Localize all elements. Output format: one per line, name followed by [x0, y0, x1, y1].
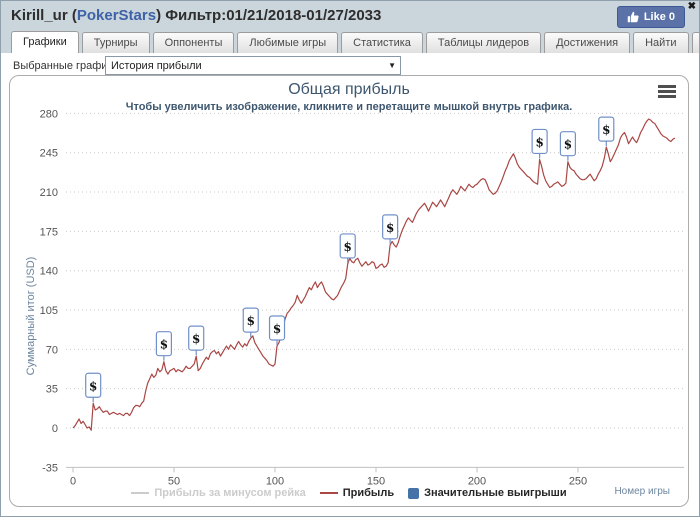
dollar-glyph: $ — [192, 332, 200, 346]
close-icon[interactable]: ✖ — [688, 1, 696, 13]
significant-win-marker[interactable]: $ — [339, 233, 356, 263]
red-line-swatch — [319, 492, 338, 494]
dollar-glyph: $ — [89, 379, 97, 393]
x-tick-label: 0 — [70, 475, 76, 487]
y-tick-label: 245 — [40, 148, 58, 160]
legend-item-significant-wins[interactable]: Значительные выигрыши — [408, 487, 567, 499]
y-tick-label: 210 — [40, 187, 58, 199]
x-tick-label: 50 — [168, 475, 180, 487]
significant-win-marker[interactable]: $ — [531, 128, 548, 159]
y-tick-label: 0 — [52, 423, 58, 435]
significant-win-marker[interactable]: $ — [598, 116, 615, 147]
tab-bar: Графики Турниры Оппоненты Любимые игры С… — [11, 31, 699, 53]
significant-win-marker[interactable]: $ — [188, 325, 205, 356]
significant-win-marker[interactable]: $ — [155, 331, 172, 361]
dollar-glyph: $ — [344, 240, 352, 254]
dollar-glyph: $ — [535, 135, 543, 149]
significant-win-marker[interactable]: $ — [268, 315, 286, 345]
y-tick-label: 35 — [46, 384, 58, 396]
dropdown-arrow-icon: ▼ — [388, 61, 396, 70]
significant-win-marker[interactable]: $ — [85, 372, 102, 403]
profit-line-series — [72, 118, 676, 431]
significant-win-marker[interactable]: $ — [382, 214, 399, 244]
dollar-glyph: $ — [247, 314, 255, 328]
x-tick-label: 250 — [569, 475, 587, 487]
tab-tournaments[interactable]: Турниры — [81, 32, 150, 53]
x-tick-label: 200 — [468, 475, 486, 487]
tab-leaderboards[interactable]: Таблицы лидеров — [425, 32, 542, 53]
tab-find[interactable]: Найти — [633, 32, 689, 53]
player-name: Kirill_ur — [11, 7, 68, 24]
graph-selector-value: История прибыли — [111, 59, 202, 72]
tab-graphs[interactable]: Графики — [11, 31, 79, 53]
y-tick-label: 105 — [40, 305, 58, 317]
tab-statistics[interactable]: Статистика — [341, 32, 423, 53]
dollar-glyph: $ — [564, 138, 572, 152]
sharkscope-player-window: Kirill_ur (PokerStars) Фильтр:01/21/2018… — [0, 0, 700, 517]
y-tick-label: 70 — [46, 344, 58, 356]
graph-selector-dropdown[interactable]: История прибыли ▼ — [105, 56, 401, 75]
like-button[interactable]: Like 0 — [616, 6, 685, 28]
filter-range: Фильтр:01/21/2018-01/27/2033 — [165, 7, 382, 24]
tab-favorite-games[interactable]: Любимые игры — [237, 32, 339, 53]
legend-item-profit[interactable]: Прибыль — [319, 487, 394, 499]
page-title: Kirill_ur (PokerStars) Фильтр:01/21/2018… — [11, 7, 382, 24]
tab-publish[interactable]: Опубликовать — [691, 32, 699, 53]
y-tick-label: 175 — [40, 226, 58, 238]
x-tick-label: 100 — [266, 475, 284, 487]
profit-chart-panel: Общая прибыль Чтобы увеличить изображени… — [9, 75, 689, 507]
legend-item-profit-minus-rake[interactable]: Прибыль за минусом рейка — [131, 487, 306, 499]
dollar-glyph: $ — [386, 221, 394, 235]
tab-achievements[interactable]: Достижения — [544, 32, 631, 53]
thumbs-up-icon — [627, 11, 639, 23]
y-axis-title: Суммарный итог (USD) — [25, 257, 37, 376]
profit-line-chart[interactable]: -35 0 35 70 105 140 175 210 245 280 0 50 100 150 200 25… — [10, 76, 688, 506]
x-axis-title: Номер игры — [614, 486, 670, 497]
y-tick-label: 280 — [40, 108, 58, 120]
site-name: PokerStars — [76, 7, 157, 24]
x-tick-label: 150 — [367, 475, 385, 487]
gray-line-swatch — [131, 492, 150, 494]
significant-win-marker[interactable]: $ — [559, 131, 577, 161]
y-tick-label: 140 — [40, 266, 58, 278]
dollar-glyph: $ — [160, 338, 168, 352]
significant-win-marker[interactable]: $ — [242, 307, 259, 338]
dollar-glyph: $ — [273, 322, 281, 336]
blue-square-swatch — [408, 487, 420, 499]
dollar-glyph: $ — [602, 123, 610, 137]
like-button-label: Like 0 — [643, 11, 675, 23]
chart-legend: Прибыль за минусом рейка Прибыль Значите… — [10, 487, 688, 499]
tab-opponents[interactable]: Оппоненты — [152, 32, 235, 53]
y-tick-label: -35 — [42, 462, 58, 474]
